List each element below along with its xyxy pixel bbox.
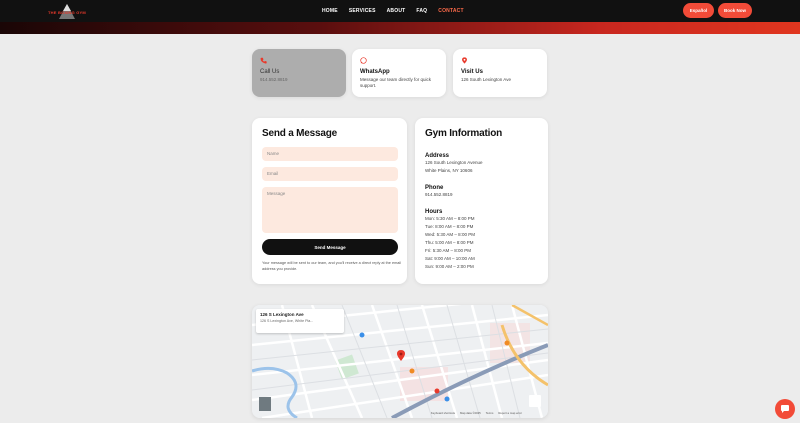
form-note: Your message will be sent to our team, a… (262, 261, 402, 271)
visit-us-card[interactable]: Visit Us 126 South Lexington Ave (453, 49, 547, 97)
map-attribution: Keyboard shortcuts Map data ©2025 Terms … (431, 411, 522, 415)
call-us-card[interactable]: Call Us 914.552.8819 (252, 49, 346, 97)
message-form: Send a Message Name Email Message Send M… (252, 118, 407, 284)
card-title: Visit Us (461, 69, 483, 75)
map-place-address: 126 S Lexington Ave, White Pla... (260, 319, 314, 323)
hours-wed: Wed: 5:30 AM – 8:00 PM (425, 232, 475, 237)
nav-faq[interactable]: FAQ (416, 8, 427, 14)
gym-info-card: Gym Information Address 126 South Lexing… (415, 118, 548, 284)
chat-icon (781, 405, 789, 413)
address-line-2: White Plains, NY 10606 (425, 168, 473, 173)
hours-tue: Tue: 8:00 AM – 8:00 PM (425, 224, 474, 229)
map-report-error[interactable]: Report a map error (498, 411, 522, 415)
card-subtitle: 126 South Lexington Ave (461, 77, 511, 82)
book-now-button[interactable]: Book Now (718, 3, 752, 18)
send-message-button[interactable]: Send Message (262, 239, 398, 255)
email-input[interactable]: Email (262, 167, 398, 181)
nav-about[interactable]: ABOUT (387, 8, 406, 14)
phone-number: 914.552.8819 (425, 192, 453, 197)
location-pin-icon (462, 57, 467, 64)
map-terms[interactable]: Terms (486, 411, 494, 415)
hours-thu: Thu: 5:00 AM – 8:00 PM (425, 240, 474, 245)
nav-services[interactable]: SERVICES (349, 8, 376, 14)
name-input[interactable]: Name (262, 147, 398, 161)
hours-fri: Fri: 5:30 AM – 8:00 PM (425, 248, 472, 253)
logo[interactable]: THE BOXING GYM (44, 3, 90, 21)
card-title: Call Us (260, 69, 280, 75)
language-button[interactable]: Español (683, 3, 714, 18)
site-header: THE BOXING GYM HOME SERVICES ABOUT FAQ C… (0, 0, 800, 24)
nav-home[interactable]: HOME (322, 8, 338, 14)
hours-sat: Sat: 9:00 AM – 10:00 AM (425, 256, 475, 261)
map-place-card[interactable]: 126 S Lexington Ave 126 S Lexington Ave,… (256, 309, 344, 333)
logo-text: THE BOXING GYM (48, 10, 86, 15)
nav-contact[interactable]: CONTACT (438, 8, 463, 14)
whatsapp-card[interactable]: WhatsApp Message our team directly for q… (352, 49, 446, 97)
whatsapp-icon (360, 57, 367, 64)
address-line-1: 126 South Lexington Avenue (425, 160, 483, 165)
hours-sun: Sun: 9:00 AM – 2:00 PM (425, 264, 474, 269)
info-title: Gym Information (425, 128, 503, 139)
phone-icon (260, 57, 267, 64)
main-nav: HOME SERVICES ABOUT FAQ CONTACT (322, 8, 464, 14)
form-title: Send a Message (262, 128, 338, 139)
map-place-title: 126 S Lexington Ave (260, 312, 304, 317)
header-glow (0, 22, 800, 34)
map-keyboard-shortcuts[interactable]: Keyboard shortcuts (431, 411, 455, 415)
message-textarea[interactable]: Message (262, 187, 398, 233)
card-title: WhatsApp (360, 69, 390, 75)
chat-button[interactable] (775, 399, 795, 419)
embedded-map[interactable]: 126 S Lexington Ave 126 S Lexington Ave,… (252, 305, 548, 418)
hours-mon: Mon: 5:30 AM – 8:00 PM (425, 216, 475, 221)
card-subtitle: Message our team directly for quick supp… (360, 77, 432, 88)
map-data: Map data ©2025 (460, 411, 481, 415)
card-subtitle: 914.552.8819 (260, 77, 288, 82)
